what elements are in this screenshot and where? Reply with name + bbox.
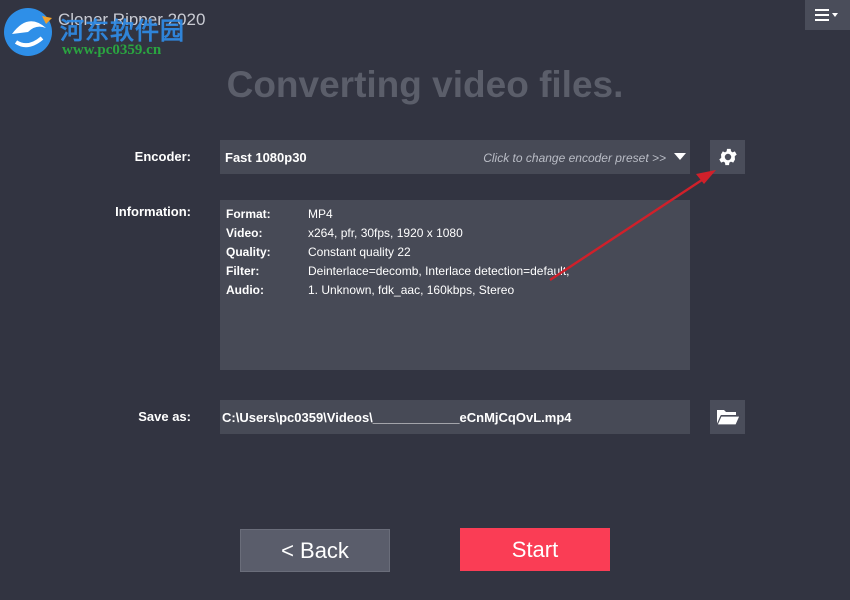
info-row-filter: Filter: Deinterlace=decomb, Interlace det… [226, 264, 570, 278]
info-key: Format: [226, 207, 271, 221]
browse-folder-button[interactable] [710, 400, 745, 434]
save-path-value: C:\Users\pc0359\Videos\____________eCnMj… [222, 410, 572, 425]
info-row-format: Format: MP4 [226, 207, 333, 221]
info-key: Filter: [226, 264, 260, 278]
info-value: 1. Unknown, fdk_aac, 160kbps, Stereo [308, 283, 515, 297]
chevron-down-icon [674, 153, 686, 160]
start-button[interactable]: Start [460, 528, 610, 571]
info-value: Constant quality 22 [308, 245, 411, 259]
info-value: Deinterlace=decomb, Interlace detection=… [308, 264, 570, 278]
info-row-video: Video: x264, pfr, 30fps, 1920 x 1080 [226, 226, 463, 240]
hamburger-dropdown-icon [814, 9, 838, 21]
save-path-field[interactable]: C:\Users\pc0359\Videos\____________eCnMj… [220, 400, 690, 434]
info-row-audio: Audio: 1. Unknown, fdk_aac, 160kbps, Ster… [226, 283, 514, 297]
annotation-arrow-icon [549, 170, 716, 282]
back-button[interactable]: < Back [240, 529, 390, 572]
encoder-preset-value: Fast 1080p30 [225, 150, 307, 165]
watermark-name: 河东软件园 [60, 17, 185, 45]
info-value: MP4 [308, 207, 333, 221]
app-logo-icon [2, 4, 58, 60]
info-key: Audio: [226, 283, 264, 297]
encoder-label: Encoder: [134, 149, 191, 164]
watermark-url: www.pc0359.cn [62, 42, 162, 58]
info-row-quality: Quality: Constant quality 22 [226, 245, 411, 259]
main-menu-button[interactable] [805, 0, 850, 30]
info-key: Quality: [226, 245, 271, 259]
save-as-label: Save as: [138, 409, 191, 424]
info-key: Video: [226, 226, 263, 240]
information-label: Information: [115, 204, 191, 219]
info-value: x264, pfr, 30fps, 1920 x 1080 [308, 226, 463, 240]
page-title: Converting video files. [226, 64, 624, 105]
folder-open-icon [715, 410, 741, 426]
